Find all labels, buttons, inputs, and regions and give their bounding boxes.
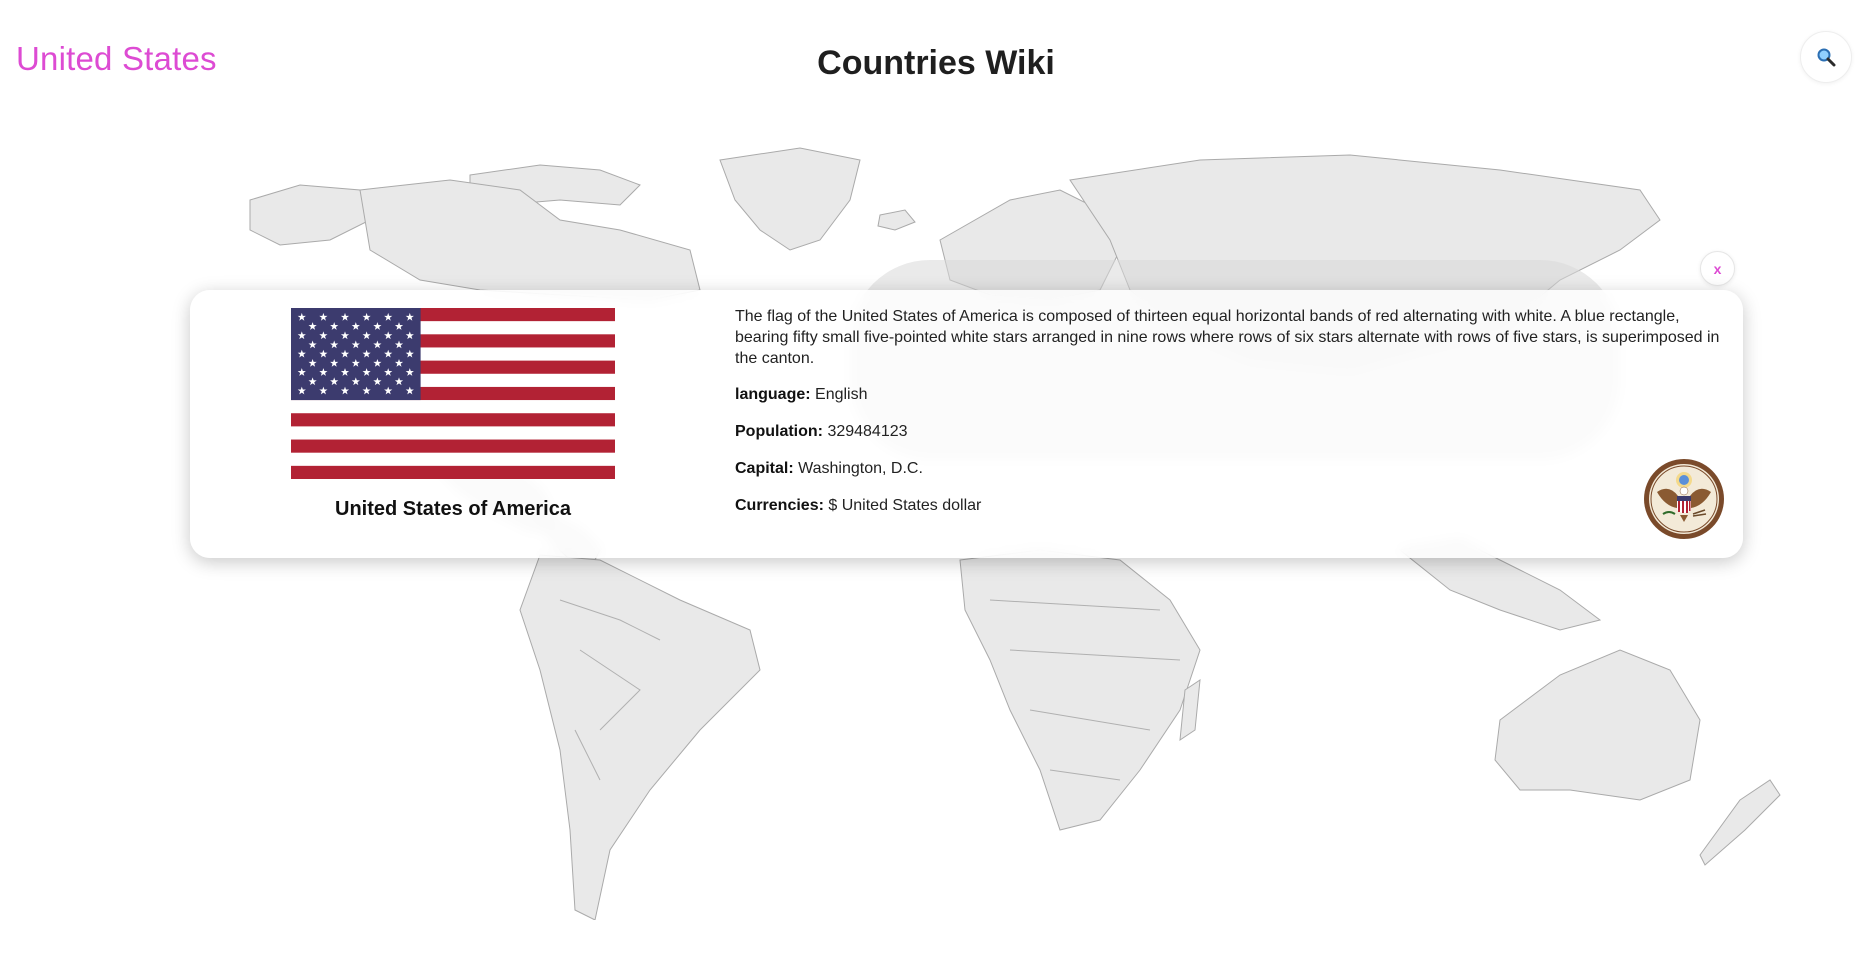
us-flag-image (291, 308, 615, 480)
currencies-label: Currencies: (735, 497, 824, 514)
population-label: Population: (735, 423, 823, 440)
map-greenland[interactable] (719, 147, 861, 251)
currencies-row: Currencies: $ United States dollar (735, 495, 1720, 517)
flag-stripe (291, 452, 615, 467)
flag-stripe (291, 413, 615, 427)
close-button[interactable]: x (1700, 251, 1735, 286)
magnifier-icon (1817, 48, 1836, 67)
population-row: Population: 329484123 (735, 421, 1720, 443)
capital-value: Washington, D.C. (798, 460, 923, 477)
map-new-zealand[interactable] (1699, 779, 1781, 866)
map-africa[interactable] (959, 549, 1201, 831)
search-button[interactable] (1800, 31, 1852, 83)
flag-description: The flag of the United States of America… (735, 308, 1720, 367)
great-seal-emblem (1644, 459, 1724, 539)
currencies-value: $ United States dollar (828, 497, 982, 514)
country-info-card: United States of America The flag of the… (190, 290, 1743, 558)
flag-stripe (291, 426, 615, 440)
language-label: language: (735, 386, 811, 403)
language-row: language: English (735, 384, 1720, 406)
map-south-america[interactable] (519, 554, 761, 920)
flag-stripe (291, 400, 615, 414)
flag-stripe (291, 465, 615, 480)
us-flag (291, 308, 615, 480)
page-title: Countries Wiki (817, 44, 1055, 82)
population-value: 329484123 (827, 423, 908, 440)
page: United States Countries Wiki x United St… (0, 0, 1872, 958)
map-australia[interactable] (1494, 649, 1701, 801)
map-iceland[interactable] (877, 209, 916, 231)
capital-label: Capital: (735, 460, 794, 477)
flag-canton (291, 308, 421, 401)
country-official-name: United States of America (335, 498, 571, 520)
capital-row: Capital: Washington, D.C. (735, 458, 1720, 480)
language-value: English (815, 386, 868, 403)
flag-stripe (291, 439, 615, 453)
map-alaska[interactable] (249, 184, 371, 246)
map-canada[interactable] (359, 179, 701, 301)
country-details: The flag of the United States of America… (735, 306, 1720, 532)
